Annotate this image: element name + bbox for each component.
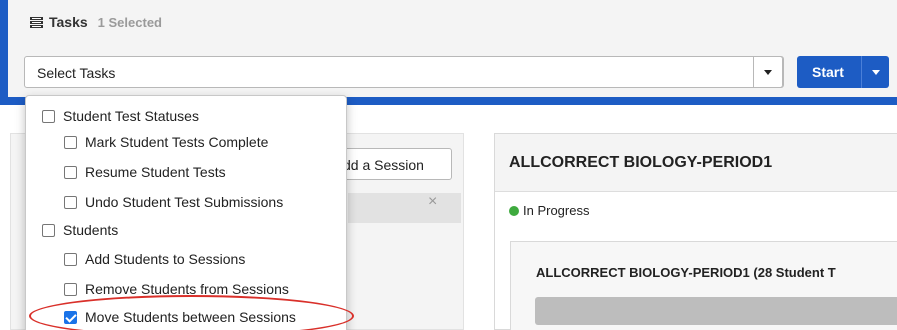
checkbox[interactable] [64, 282, 77, 296]
chevron-down-icon [764, 69, 772, 75]
option-mark-student-tests-complete[interactable]: Mark Student Tests Complete [64, 134, 268, 150]
close-icon[interactable]: × [428, 193, 437, 211]
checkbox[interactable] [64, 165, 77, 179]
select-tasks-label: Select Tasks [37, 65, 116, 81]
chevron-down-icon [871, 69, 880, 75]
start-button[interactable]: Start [797, 56, 889, 88]
session-students-title: ALLCORRECT BIOLOGY-PERIOD1 (28 Student T [536, 265, 836, 280]
session-status: In Progress [509, 203, 589, 218]
checkbox[interactable] [64, 195, 77, 209]
option-label: Resume Student Tests [85, 164, 226, 180]
session-row[interactable] [348, 193, 461, 223]
list-icon [30, 16, 43, 28]
option-label: Move Students between Sessions [85, 309, 296, 325]
session-title-bar: ALLCORRECT BIOLOGY-PERIOD1 [495, 134, 897, 192]
tasks-panel: Tasks 1 Selected [0, 0, 897, 105]
start-options-button[interactable] [861, 56, 889, 88]
option-move-students-between-sessions[interactable]: Move Students between Sessions [64, 309, 296, 325]
option-remove-students-from-sessions[interactable]: Remove Students from Sessions [64, 281, 289, 297]
tasks-dropdown-menu: Student Test Statuses Mark Student Tests… [25, 95, 347, 330]
checkbox[interactable] [64, 135, 77, 149]
option-label: Add Students to Sessions [85, 251, 246, 267]
tasks-title: Tasks [49, 14, 88, 30]
status-label: In Progress [523, 203, 590, 218]
session-students-card: ALLCORRECT BIOLOGY-PERIOD1 (28 Student T [510, 241, 897, 330]
selected-count: 1 Selected [97, 14, 162, 30]
tasks-header: Tasks 1 Selected [30, 14, 162, 30]
checkbox[interactable] [42, 223, 55, 237]
option-label: Remove Students from Sessions [85, 281, 289, 297]
option-undo-student-test-submissions[interactable]: Undo Student Test Submissions [64, 194, 283, 210]
option-students[interactable]: Students [42, 222, 118, 238]
option-add-students-to-sessions[interactable]: Add Students to Sessions [64, 251, 245, 267]
start-label: Start [812, 64, 844, 80]
checkbox-checked[interactable] [64, 310, 77, 324]
select-tasks-toggle-button[interactable] [753, 56, 783, 88]
checkbox[interactable] [64, 252, 77, 266]
select-tasks-dropdown[interactable]: Select Tasks [24, 56, 784, 88]
option-label: Undo Student Test Submissions [85, 194, 284, 210]
option-label: Student Test Statuses [63, 108, 199, 124]
status-dot-icon [509, 205, 519, 216]
option-label: Mark Student Tests Complete [85, 134, 269, 150]
session-title: ALLCORRECT BIOLOGY-PERIOD1 [509, 154, 773, 171]
session-detail-card: ALLCORRECT BIOLOGY-PERIOD1 In Progress A… [494, 133, 897, 330]
option-resume-student-tests[interactable]: Resume Student Tests [64, 164, 226, 180]
checkbox[interactable] [42, 109, 55, 123]
progress-bar [535, 297, 897, 325]
add-session-label: dd a Session [343, 157, 424, 173]
option-label: Students [63, 222, 119, 238]
option-student-test-statuses[interactable]: Student Test Statuses [42, 108, 199, 124]
